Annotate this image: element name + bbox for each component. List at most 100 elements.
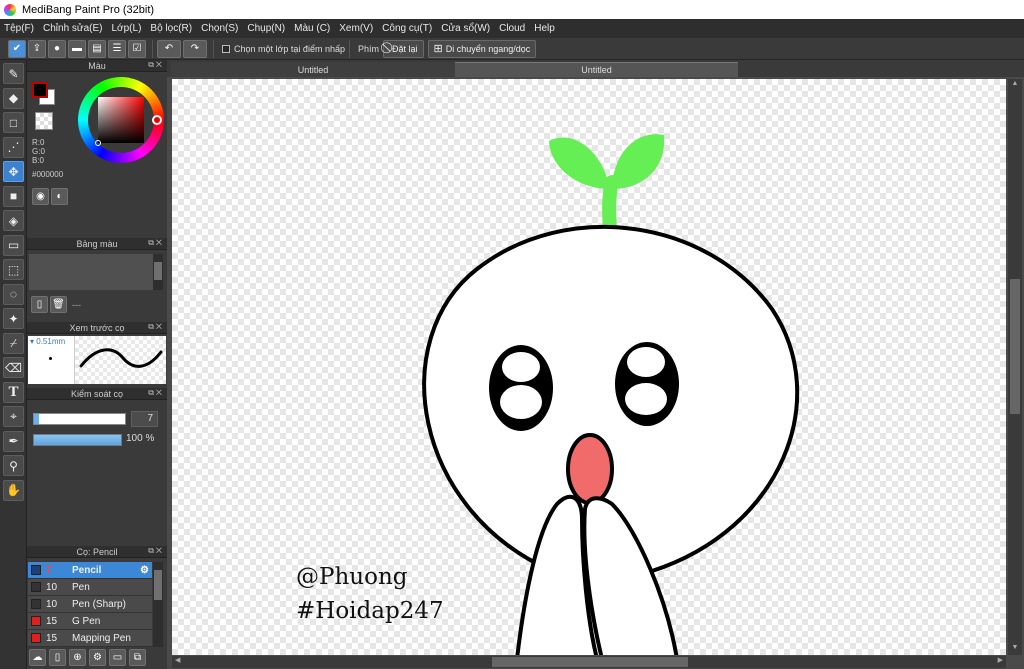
select-tool-icon[interactable]: ⬚: [3, 259, 24, 280]
menu-capture[interactable]: Chụp(N): [247, 23, 285, 34]
brush-tool-icon[interactable]: ✎: [3, 63, 24, 84]
scroll-up-icon[interactable]: ▲: [1010, 80, 1020, 90]
hex-value[interactable]: #000000: [32, 170, 63, 179]
text-tool-icon[interactable]: T: [3, 381, 24, 403]
brush-name: Mapping Pen: [72, 632, 131, 644]
menu-color[interactable]: Màu (C): [294, 23, 330, 34]
reset-button[interactable]: ⃠ Đặt lại: [382, 39, 424, 58]
speech-icon[interactable]: ▬: [68, 39, 86, 58]
brush-size: 15: [46, 615, 58, 627]
eyedropper-tool-icon[interactable]: ⚲: [3, 455, 24, 476]
vertical-scrollbar[interactable]: ▲ ▼: [1008, 79, 1022, 655]
select-pen-tool-icon[interactable]: ⌿: [3, 332, 24, 354]
add-brush-icon[interactable]: ⊕: [69, 649, 86, 666]
folder-icon[interactable]: ▭: [109, 649, 126, 666]
scroll-right-icon[interactable]: ▶: [998, 656, 1003, 664]
menu-filter[interactable]: Bộ lọc(R): [150, 23, 192, 34]
redo-button[interactable]: ↷: [183, 39, 207, 58]
fill-shape-tool-icon[interactable]: ■: [3, 185, 24, 207]
tab-untitled-1[interactable]: Untitled: [171, 62, 455, 77]
tab-untitled-2[interactable]: Untitled: [455, 62, 738, 77]
menu-layer[interactable]: Lớp(L): [112, 23, 142, 34]
scrollbar-thumb[interactable]: [1010, 279, 1020, 414]
panel-controls-icon[interactable]: ⧉✕: [148, 322, 164, 332]
lasso-tool-icon[interactable]: ◌: [3, 283, 24, 305]
menu-window[interactable]: Cửa sổ(W): [441, 23, 490, 34]
dot-tool-icon[interactable]: ⋰: [3, 136, 24, 158]
palette-icon[interactable]: ◉: [32, 188, 49, 205]
rectangle-tool-icon[interactable]: □: [3, 112, 24, 133]
undo-button[interactable]: ↶: [157, 39, 181, 58]
page-icon[interactable]: ▤: [88, 39, 106, 58]
menu-tools[interactable]: Công cụ(T): [382, 23, 432, 34]
color-set-icon[interactable]: ◐: [51, 188, 68, 205]
magic-wand-tool-icon[interactable]: ✦: [3, 308, 24, 329]
foreground-color-swatch[interactable]: [32, 82, 48, 98]
flip-button[interactable]: ⊞ Di chuyển ngang/dọc: [427, 39, 537, 58]
scroll-down-icon[interactable]: ▼: [1010, 644, 1020, 654]
share-icon[interactable]: ⇪: [28, 39, 46, 58]
brush-list-scrollbar[interactable]: [153, 562, 163, 647]
menu-edit[interactable]: Chỉnh sửa(E): [43, 23, 103, 34]
hue-knob[interactable]: [152, 115, 162, 125]
new-page-icon[interactable]: ▯: [31, 296, 48, 313]
select-eraser-tool-icon[interactable]: ⌫: [3, 357, 24, 378]
palette-area[interactable]: [29, 254, 153, 290]
drawing-canvas[interactable]: @Phuong #Hoidap247: [172, 79, 1006, 655]
select-layer-checkbox[interactable]: Chọn một lớp tại điểm nhấp: [222, 44, 345, 54]
scrollbar-thumb[interactable]: [154, 262, 162, 280]
brush-size-slider[interactable]: [33, 413, 126, 425]
brush-item[interactable]: 15 G Pen: [28, 613, 152, 630]
transparent-color-swatch[interactable]: [35, 112, 53, 130]
scrollbar-thumb[interactable]: [154, 570, 162, 600]
bucket-tool-icon[interactable]: ◈: [3, 210, 24, 231]
brush-item[interactable]: 15 Mapping Pen: [28, 630, 152, 647]
panel-controls-icon[interactable]: ⧉✕: [148, 388, 164, 398]
cloud-save-icon[interactable]: ✔: [8, 39, 26, 58]
stroke-preview-svg: [79, 348, 163, 368]
horizontal-scrollbar[interactable]: ◀ ▶: [172, 656, 1006, 668]
panel-controls-icon[interactable]: ⧉✕: [148, 238, 164, 248]
brush-name: G Pen: [72, 615, 101, 627]
brush-settings-icon[interactable]: ⚙: [89, 649, 106, 666]
sprout-stem: [602, 175, 619, 236]
menu-select[interactable]: Chọn(S): [201, 23, 238, 34]
duplicate-icon[interactable]: ⧉: [129, 649, 146, 666]
panel-controls-icon[interactable]: ⧉✕: [148, 60, 164, 70]
palette-scrollbar[interactable]: [153, 254, 163, 290]
menu-help[interactable]: Help: [534, 23, 555, 34]
panel-controls-icon[interactable]: ⧉✕: [148, 546, 164, 556]
scroll-left-icon[interactable]: ◀: [175, 656, 180, 664]
checkbox-box[interactable]: [222, 44, 230, 53]
sv-knob[interactable]: [95, 140, 101, 146]
toolbar: ✔ ⇪ ● ▬ ▤ ☰ ☑ ↶ ↷ Chọn một lớp tại điểm …: [0, 38, 1024, 60]
brush-item[interactable]: 7 Pencil ⚙: [28, 562, 152, 579]
pen-tool-icon[interactable]: ✒: [3, 430, 24, 452]
move-tool-icon[interactable]: ✥: [3, 161, 24, 182]
eraser-tool-icon[interactable]: ◆: [3, 87, 24, 109]
brush-list: 7 Pencil ⚙ 10 Pen 10 Pen (Sharp) 15 G Pen 15 Mappi…: [28, 562, 152, 647]
sprout-leaf-left: [549, 137, 610, 189]
comment-icon[interactable]: ●: [48, 39, 66, 58]
menu-cloud[interactable]: Cloud: [499, 23, 525, 34]
brush-item[interactable]: 10 Pen: [28, 579, 152, 596]
cloud-brush-icon[interactable]: ☁: [29, 649, 46, 666]
brush-item[interactable]: 10 Pen (Sharp): [28, 596, 152, 613]
new-brush-icon[interactable]: ▯: [49, 649, 66, 666]
saturation-value-square[interactable]: [98, 97, 144, 143]
list-icon[interactable]: ☰: [108, 39, 126, 58]
scrollbar-thumb[interactable]: [492, 657, 688, 667]
brush-color-swatch: [31, 616, 41, 626]
watermark-site: #Hoidap247: [296, 598, 444, 624]
gear-icon[interactable]: ⚙: [140, 565, 149, 576]
trash-icon[interactable]: 🗑: [50, 296, 67, 313]
menu-view[interactable]: Xem(V): [339, 23, 373, 34]
operation-tool-icon[interactable]: ⌖: [3, 406, 24, 427]
tool-column: ✎ ◆ □ ⋰ ✥ ■ ◈ ▭ ⬚ ◌ ✦ ⌿ ⌫ T ⌖ ✒ ⚲ ✋: [0, 60, 27, 669]
gradient-tool-icon[interactable]: ▭: [3, 234, 24, 256]
checklist-icon[interactable]: ☑: [128, 39, 146, 58]
menu-file[interactable]: Tệp(F): [4, 23, 34, 34]
brush-size-input[interactable]: 7: [131, 411, 158, 427]
brush-opacity-slider[interactable]: [33, 434, 122, 446]
hand-tool-icon[interactable]: ✋: [3, 479, 24, 501]
